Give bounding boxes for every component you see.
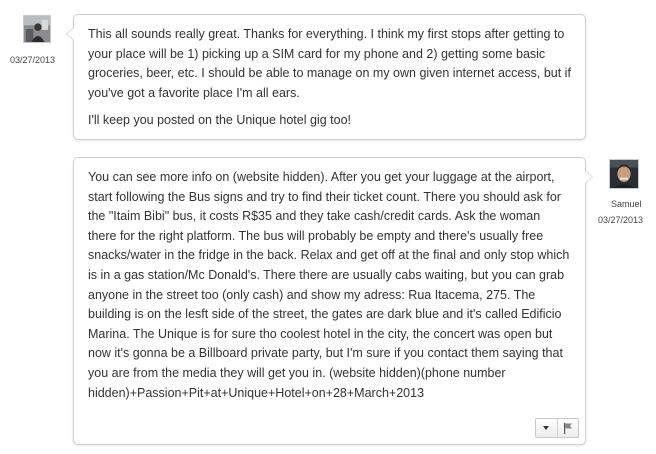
- message-actions: [535, 418, 579, 438]
- flag-icon: [563, 423, 572, 434]
- avatar[interactable]: [23, 15, 51, 43]
- message-date: 03/27/2013: [10, 55, 56, 65]
- message-menu-button[interactable]: [536, 419, 557, 437]
- username[interactable]: Samuel: [611, 199, 642, 209]
- message-text: This all sounds really great. Thanks for…: [88, 27, 571, 100]
- message-bubble: You can see more info on (website hidden…: [73, 157, 593, 445]
- bubble-tail: [585, 170, 593, 184]
- message-text: I'll keep you posted on the Unique hotel…: [88, 113, 351, 128]
- message-date: 03/27/2013: [598, 215, 644, 225]
- flag-button[interactable]: [556, 419, 579, 437]
- avatar-photo: [610, 160, 638, 188]
- bubble-tail: [66, 27, 74, 41]
- message-bubble: This all sounds really great. Thanks for…: [66, 14, 586, 140]
- avatar-photo: [24, 16, 50, 42]
- message-text: You can see more info on (website hidden…: [88, 170, 570, 400]
- chevron-down-icon: [543, 426, 550, 430]
- avatar[interactable]: [609, 159, 639, 189]
